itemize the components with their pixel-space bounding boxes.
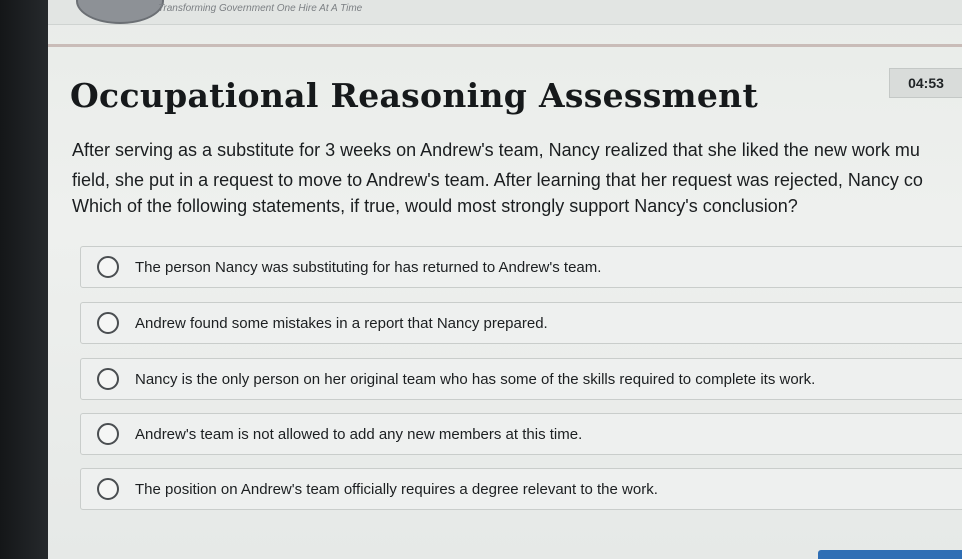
next-button[interactable] (818, 550, 962, 559)
page-title: Occupational Reasoning Assessment (70, 76, 759, 115)
question-prompt: Which of the following statements, if tr… (72, 196, 798, 216)
radio-button-icon[interactable] (97, 256, 119, 278)
countdown-timer: 04:53 (889, 68, 962, 98)
answer-option-2[interactable]: Andrew found some mistakes in a report t… (80, 302, 962, 344)
header-tagline: Transforming Government One Hire At A Ti… (158, 3, 363, 14)
header-divider (48, 44, 962, 47)
answer-option-label: Andrew's team is not allowed to add any … (135, 425, 583, 443)
question-passage: After serving as a substitute for 3 week… (72, 135, 962, 195)
radio-button-icon[interactable] (97, 423, 119, 445)
assessment-screen: Transforming Government One Hire At A Ti… (48, 0, 962, 559)
answer-option-4[interactable]: Andrew's team is not allowed to add any … (80, 413, 962, 455)
answer-option-3[interactable]: Nancy is the only person on her original… (80, 358, 962, 400)
radio-button-icon[interactable] (97, 312, 119, 334)
passage-line: After serving as a substitute for 3 week… (72, 140, 920, 160)
radio-button-icon[interactable] (97, 478, 119, 500)
radio-button-icon[interactable] (97, 368, 119, 390)
answer-option-5[interactable]: The position on Andrew's team officially… (80, 468, 962, 510)
answer-option-label: The position on Andrew's team officially… (135, 480, 658, 498)
agency-seal-logo (76, 0, 164, 24)
answer-option-1[interactable]: The person Nancy was substituting for ha… (80, 246, 962, 288)
answer-option-label: Andrew found some mistakes in a report t… (135, 314, 548, 332)
answer-option-label: Nancy is the only person on her original… (135, 370, 816, 388)
passage-line: field, she put in a request to move to A… (72, 170, 923, 190)
answer-option-label: The person Nancy was substituting for ha… (135, 258, 602, 276)
site-header: Transforming Government One Hire At A Ti… (48, 0, 962, 25)
